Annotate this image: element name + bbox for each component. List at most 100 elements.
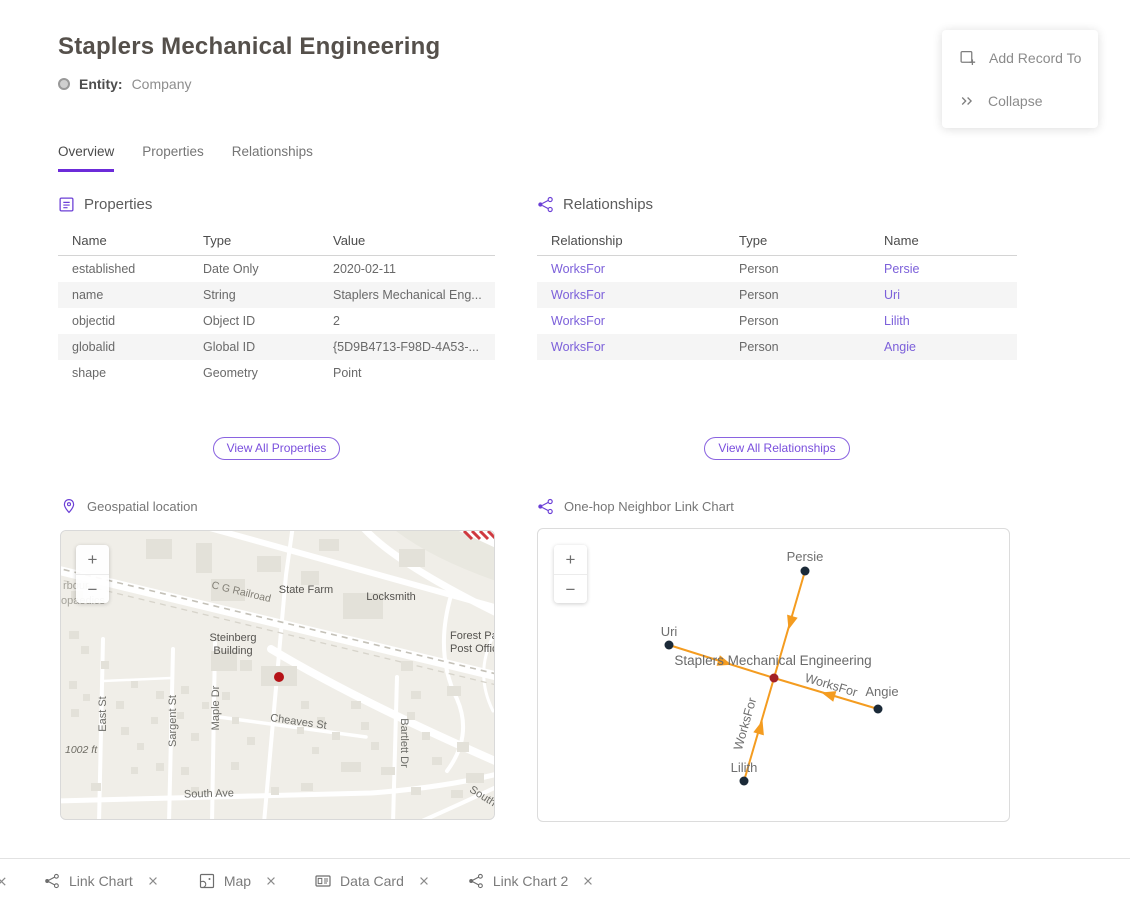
entity-label: Entity:	[79, 76, 123, 92]
node-label-uri: Uri	[661, 624, 678, 639]
map-icon	[199, 873, 215, 889]
table-row[interactable]: objectid Object ID 2	[58, 308, 495, 334]
link-chart-icon	[537, 498, 554, 515]
zoom-in-button[interactable]: +	[76, 545, 109, 574]
node-label-angie: Angie	[865, 684, 898, 699]
map-pin-icon	[61, 498, 77, 514]
one-hop-link-chart[interactable]: WorksFor WorksFor Persie Uri Angie Lilit…	[537, 528, 1010, 822]
geospatial-title: Geospatial location	[87, 499, 198, 514]
relationship-link[interactable]: WorksFor	[537, 340, 725, 354]
map-label-forest-1: Forest Par	[450, 630, 495, 642]
data-card-icon	[315, 873, 331, 889]
chart-zoom-control: + −	[554, 545, 587, 603]
properties-panel: Properties Name Type Value established D…	[58, 196, 495, 386]
col-name: Name	[58, 233, 189, 248]
map-label-steinberg-2: Building	[213, 645, 252, 657]
node-label-persie: Persie	[787, 549, 824, 564]
entity-link[interactable]: Lilith	[870, 314, 1017, 328]
properties-table-header: Name Type Value	[58, 226, 495, 256]
tab-relationships[interactable]: Relationships	[232, 144, 313, 172]
table-row[interactable]: globalid Global ID {5D9B4713-F98D-4A53-.…	[58, 334, 495, 360]
table-row: WorksFor Person Uri	[537, 282, 1017, 308]
entity-link[interactable]: Persie	[870, 262, 1017, 276]
menu-item-label: Add Record To	[989, 50, 1081, 66]
tab-close-icon[interactable]	[147, 875, 159, 887]
link-chart-nodes	[665, 567, 883, 786]
geospatial-heading: Geospatial location	[61, 498, 198, 514]
node-center-company[interactable]	[770, 674, 779, 683]
relationships-panel: Relationships Relationship Type Name Wor…	[537, 196, 1017, 360]
table-row[interactable]: established Date Only 2020-02-11	[58, 256, 495, 282]
node-uri[interactable]	[665, 641, 674, 650]
col-type: Type	[189, 233, 319, 248]
map-label-state-farm: State Farm	[279, 584, 333, 596]
table-row: WorksFor Person Persie	[537, 256, 1017, 282]
table-row[interactable]: shape Geometry Point	[58, 360, 495, 386]
map-zoom-control: + −	[76, 545, 109, 603]
bottom-tab-label: Link Chart 2	[493, 873, 568, 889]
bottom-tab-label: Map	[224, 873, 251, 889]
map-label-steinberg-1: Steinberg	[209, 632, 256, 644]
entity-link[interactable]: Uri	[870, 288, 1017, 302]
menu-item-collapse[interactable]: Collapse	[942, 79, 1098, 122]
link-chart-icon	[468, 873, 484, 889]
map-location-marker[interactable]	[274, 672, 284, 682]
map-label-bartlett-dr: Bartlett Dr	[398, 718, 410, 768]
relationships-icon	[537, 196, 554, 213]
properties-icon	[58, 196, 75, 213]
add-record-icon	[959, 49, 976, 66]
table-row: WorksFor Person Lilith	[537, 308, 1017, 334]
node-angie[interactable]	[874, 705, 883, 714]
bottom-tab-map[interactable]: Map	[199, 873, 277, 889]
relationships-table: Relationship Type Name WorksFor Person P…	[537, 226, 1017, 360]
map-label-locksmith: Locksmith	[366, 591, 416, 603]
map-label-maple-dr: Maple Dr	[210, 685, 222, 730]
node-label-center: Staplers Mechanical Engineering	[674, 653, 871, 668]
properties-heading: Properties	[58, 196, 495, 213]
zoom-in-button[interactable]: +	[554, 545, 587, 574]
view-all-properties-button[interactable]: View All Properties	[213, 437, 341, 460]
view-all-relationships-button[interactable]: View All Relationships	[704, 437, 849, 460]
tab-overview[interactable]: Overview	[58, 144, 114, 172]
zoom-out-button[interactable]: −	[76, 574, 109, 603]
table-row: WorksFor Person Angie	[537, 334, 1017, 360]
node-label-lilith: Lilith	[731, 760, 758, 775]
relationship-link[interactable]: WorksFor	[537, 288, 725, 302]
tab-close-icon[interactable]	[582, 875, 594, 887]
relationship-link[interactable]: WorksFor	[537, 262, 725, 276]
link-chart-icon	[44, 873, 60, 889]
node-lilith[interactable]	[740, 777, 749, 786]
relationships-heading: Relationships	[537, 196, 1017, 213]
tab-bar: Overview Properties Relationships	[58, 144, 313, 172]
map-label-forest-2: Post Offic	[450, 643, 495, 655]
properties-title: Properties	[84, 196, 152, 213]
tab-close-icon[interactable]	[265, 875, 277, 887]
relationship-link[interactable]: WorksFor	[537, 314, 725, 328]
tab-close-icon[interactable]	[418, 875, 430, 887]
bottom-tab-link-chart-2[interactable]: Link Chart 2	[468, 873, 594, 889]
zoom-out-button[interactable]: −	[554, 574, 587, 603]
entity-type-icon	[58, 78, 70, 90]
menu-item-add-record-to[interactable]: Add Record To	[942, 36, 1098, 79]
link-chart-node-labels: Persie Uri Angie Lilith Staplers Mechani…	[661, 549, 899, 775]
bottom-tab-data-card[interactable]: Data Card	[315, 873, 430, 889]
col-type: Type	[725, 233, 870, 248]
relationships-title: Relationships	[563, 196, 653, 213]
link-chart-edge-labels: WorksFor WorksFor	[731, 671, 859, 752]
map-label-south-ave: South Ave	[184, 787, 234, 800]
properties-table: Name Type Value established Date Only 20…	[58, 226, 495, 386]
collapse-icon	[959, 93, 975, 109]
map-label-sargent-st: Sargent St	[167, 695, 179, 747]
bottom-tab-link-chart[interactable]: Link Chart	[44, 873, 159, 889]
node-persie[interactable]	[801, 567, 810, 576]
tab-properties[interactable]: Properties	[142, 144, 204, 172]
map-canvas: C G Railroad State Farm Locksmith Steinb…	[61, 531, 495, 820]
entity-link[interactable]: Angie	[870, 340, 1017, 354]
map-label-east-st: East St	[97, 696, 109, 731]
table-row[interactable]: name String Staplers Mechanical Eng...	[58, 282, 495, 308]
entity-row: Entity: Company	[58, 76, 191, 92]
bottom-tab-label: Data Card	[340, 873, 404, 889]
tab-close-icon[interactable]	[0, 875, 8, 888]
bottom-tab-bar: Link Chart Map	[0, 858, 1130, 903]
geospatial-map[interactable]: C G Railroad State Farm Locksmith Steinb…	[60, 530, 495, 820]
